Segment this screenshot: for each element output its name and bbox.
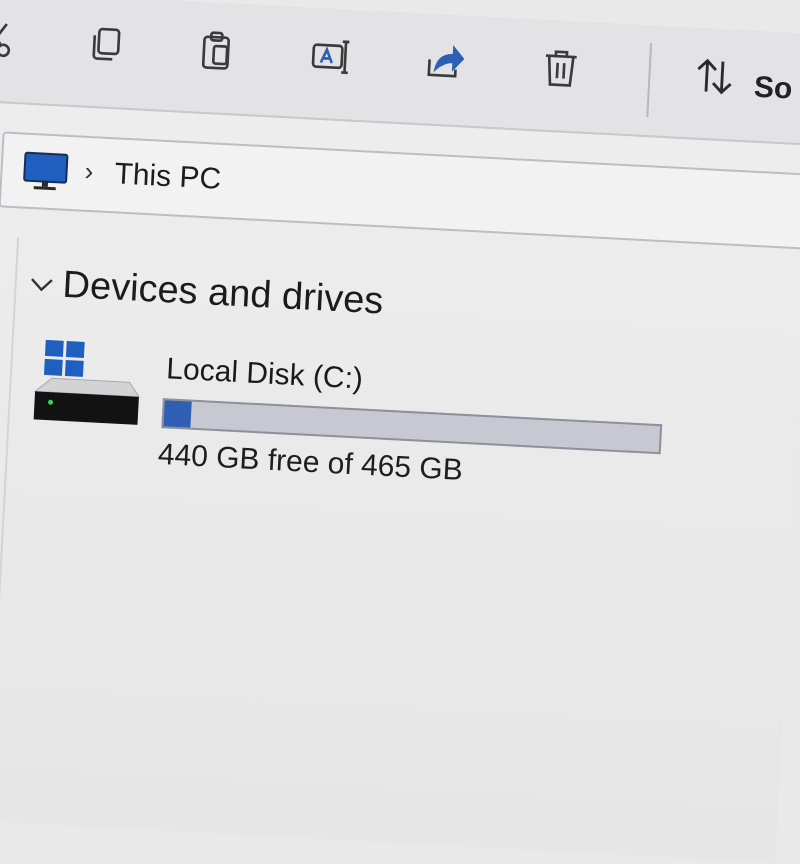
share-icon [421, 39, 468, 90]
delete-button[interactable] [531, 41, 590, 100]
copy-icon [82, 21, 129, 72]
sort-arrows-icon [691, 53, 738, 104]
group-header-devices-and-drives[interactable]: Devices and drives [62, 264, 385, 324]
drive-usage-fill [163, 400, 192, 428]
rename-icon [308, 33, 355, 84]
file-explorer-window: So › This PC Devices and drives Local Di… [0, 0, 800, 863]
share-button[interactable] [415, 35, 474, 94]
paste-icon [194, 27, 241, 78]
sort-label[interactable]: So [753, 71, 793, 107]
drive-free-space: 440 GB free of 465 GB [157, 437, 464, 487]
trash-icon [537, 45, 584, 96]
drive-name: Local Disk (C:) [165, 352, 364, 396]
chevron-down-icon[interactable] [28, 274, 55, 295]
monitor-icon [22, 151, 70, 193]
windows-drive-icon [31, 333, 146, 439]
paste-button[interactable] [188, 23, 247, 82]
command-bar: So [0, 0, 800, 146]
drive-item-local-disk-c[interactable]: Local Disk (C:) 440 GB free of 465 GB [28, 333, 675, 516]
toolbar-separator [646, 43, 653, 118]
rename-button[interactable] [301, 29, 360, 88]
cut-button[interactable] [0, 12, 29, 71]
main-content: Devices and drives Local Disk (C:) 440 G… [0, 237, 800, 838]
copy-button[interactable] [76, 17, 135, 76]
scissors-icon [0, 15, 23, 66]
sort-button[interactable] [685, 49, 744, 108]
address-bar[interactable]: › This PC [0, 131, 800, 251]
breadcrumb-chevron-icon[interactable]: › [84, 156, 94, 187]
breadcrumb-this-pc[interactable]: This PC [114, 157, 222, 197]
